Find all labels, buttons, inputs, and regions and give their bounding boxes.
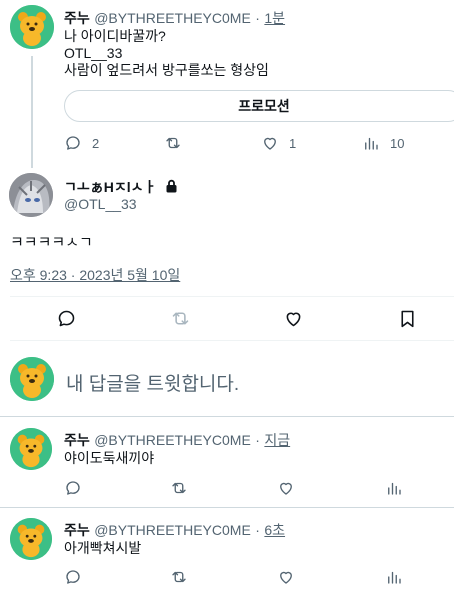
- user-handle[interactable]: @BYTHREETHEYC0ME: [94, 10, 251, 26]
- reply-input[interactable]: 내 답글을 트윗합니다.: [66, 369, 239, 396]
- like-action[interactable]: 1: [261, 134, 296, 152]
- avatar-profile[interactable]: [9, 173, 53, 217]
- tweet-time[interactable]: 지금: [264, 432, 290, 448]
- thread-connector-line: [31, 56, 33, 168]
- tweet-line: 나 아이디바꿀까?: [64, 28, 166, 44]
- reply-action[interactable]: 2: [64, 134, 99, 152]
- retweet-icon: [172, 571, 186, 583]
- bookmark-action[interactable]: [397, 308, 418, 329]
- bear-avatar-icon: [10, 518, 52, 560]
- retweet-icon: [172, 482, 186, 494]
- user-handle[interactable]: @OTL__33: [64, 196, 137, 212]
- view-count: 10: [390, 135, 405, 151]
- retweet-action[interactable]: [164, 134, 182, 152]
- like-icon: [280, 482, 292, 495]
- reply-icon: [66, 570, 80, 584]
- bookmark-icon: [401, 310, 414, 328]
- reply-icon: [66, 136, 80, 150]
- separator-dot: ·: [255, 10, 260, 26]
- bear-avatar-icon: [10, 5, 54, 49]
- reply-action[interactable]: [64, 568, 82, 586]
- views-icon: [388, 482, 401, 495]
- retweet-action[interactable]: [170, 308, 191, 329]
- avatar-bear[interactable]: [10, 357, 54, 401]
- reply-action[interactable]: [56, 308, 77, 329]
- user-handle[interactable]: @BYTHREETHEYC0ME: [94, 432, 251, 448]
- tweet-line: OTL__33: [64, 45, 123, 61]
- retweet-action[interactable]: [170, 479, 188, 497]
- avatar-bear[interactable]: [10, 5, 54, 49]
- detail-timestamp[interactable]: 오후 9:23 · 2023년 5월 10일: [10, 265, 180, 285]
- divider: [10, 340, 454, 341]
- reply2-header: 주누 @BYTHREETHEYC0ME · 6초: [64, 520, 285, 540]
- retweet-icon: [172, 312, 189, 325]
- tweet1-header: 주누 @BYTHREETHEYC0ME · 1분: [64, 8, 285, 28]
- divider: [10, 296, 454, 297]
- like-icon: [286, 312, 301, 327]
- bear-avatar-icon: [10, 428, 52, 470]
- display-name[interactable]: ㄱㅗぁHㅈlㅅㅏ: [64, 179, 156, 195]
- reply-icon: [58, 310, 75, 327]
- detail-name-row: ㄱㅗぁHㅈlㅅㅏ: [64, 177, 178, 198]
- tweet1-text: 나 아이디바꿀까? OTL__33 사람이 엎드려서 방구를쏘는 형상임: [64, 28, 269, 79]
- retweet-action[interactable]: [170, 568, 188, 586]
- display-name[interactable]: 주누: [64, 10, 90, 26]
- separator-dot: ·: [255, 522, 260, 538]
- reply1-text: 야이도둑새끼야: [64, 450, 155, 466]
- reply-count: 2: [92, 135, 100, 151]
- bear-avatar-icon: [10, 357, 54, 401]
- reply1-header: 주누 @BYTHREETHEYC0ME · 지금: [64, 430, 290, 450]
- avatar-bear[interactable]: [10, 518, 52, 560]
- user-handle[interactable]: @BYTHREETHEYC0ME: [94, 522, 251, 538]
- like-action[interactable]: [277, 568, 295, 586]
- lock-icon: [165, 179, 178, 198]
- tweet-time[interactable]: 6초: [264, 522, 285, 538]
- reply-icon: [66, 481, 80, 495]
- display-name[interactable]: 주누: [64, 432, 90, 448]
- like-count: 1: [289, 135, 297, 151]
- divider: [0, 416, 454, 417]
- detail-text: ㅋㅋㅋㅋㅅㄱ: [10, 234, 93, 251]
- like-action[interactable]: [277, 479, 295, 497]
- tweet-line: 사람이 엎드려서 방구를쏘는 형상임: [64, 62, 269, 78]
- like-icon: [280, 571, 292, 584]
- like-action[interactable]: [283, 308, 304, 329]
- views-action[interactable]: [385, 568, 403, 586]
- views-icon: [388, 571, 401, 584]
- anime-avatar-icon: [9, 173, 53, 217]
- reply-action[interactable]: [64, 479, 82, 497]
- retweet-icon: [166, 137, 180, 149]
- views-action[interactable]: 10: [362, 134, 404, 152]
- display-name[interactable]: 주누: [64, 522, 90, 538]
- tweet-time[interactable]: 1분: [264, 10, 285, 26]
- like-icon: [264, 137, 276, 150]
- views-icon: [365, 137, 378, 150]
- avatar-bear[interactable]: [10, 428, 52, 470]
- views-action[interactable]: [385, 479, 403, 497]
- separator-dot: ·: [255, 432, 260, 448]
- reply2-text: 아개빡쳐시발: [64, 540, 142, 556]
- promote-button[interactable]: 프로모션: [64, 90, 454, 122]
- divider: [0, 507, 454, 508]
